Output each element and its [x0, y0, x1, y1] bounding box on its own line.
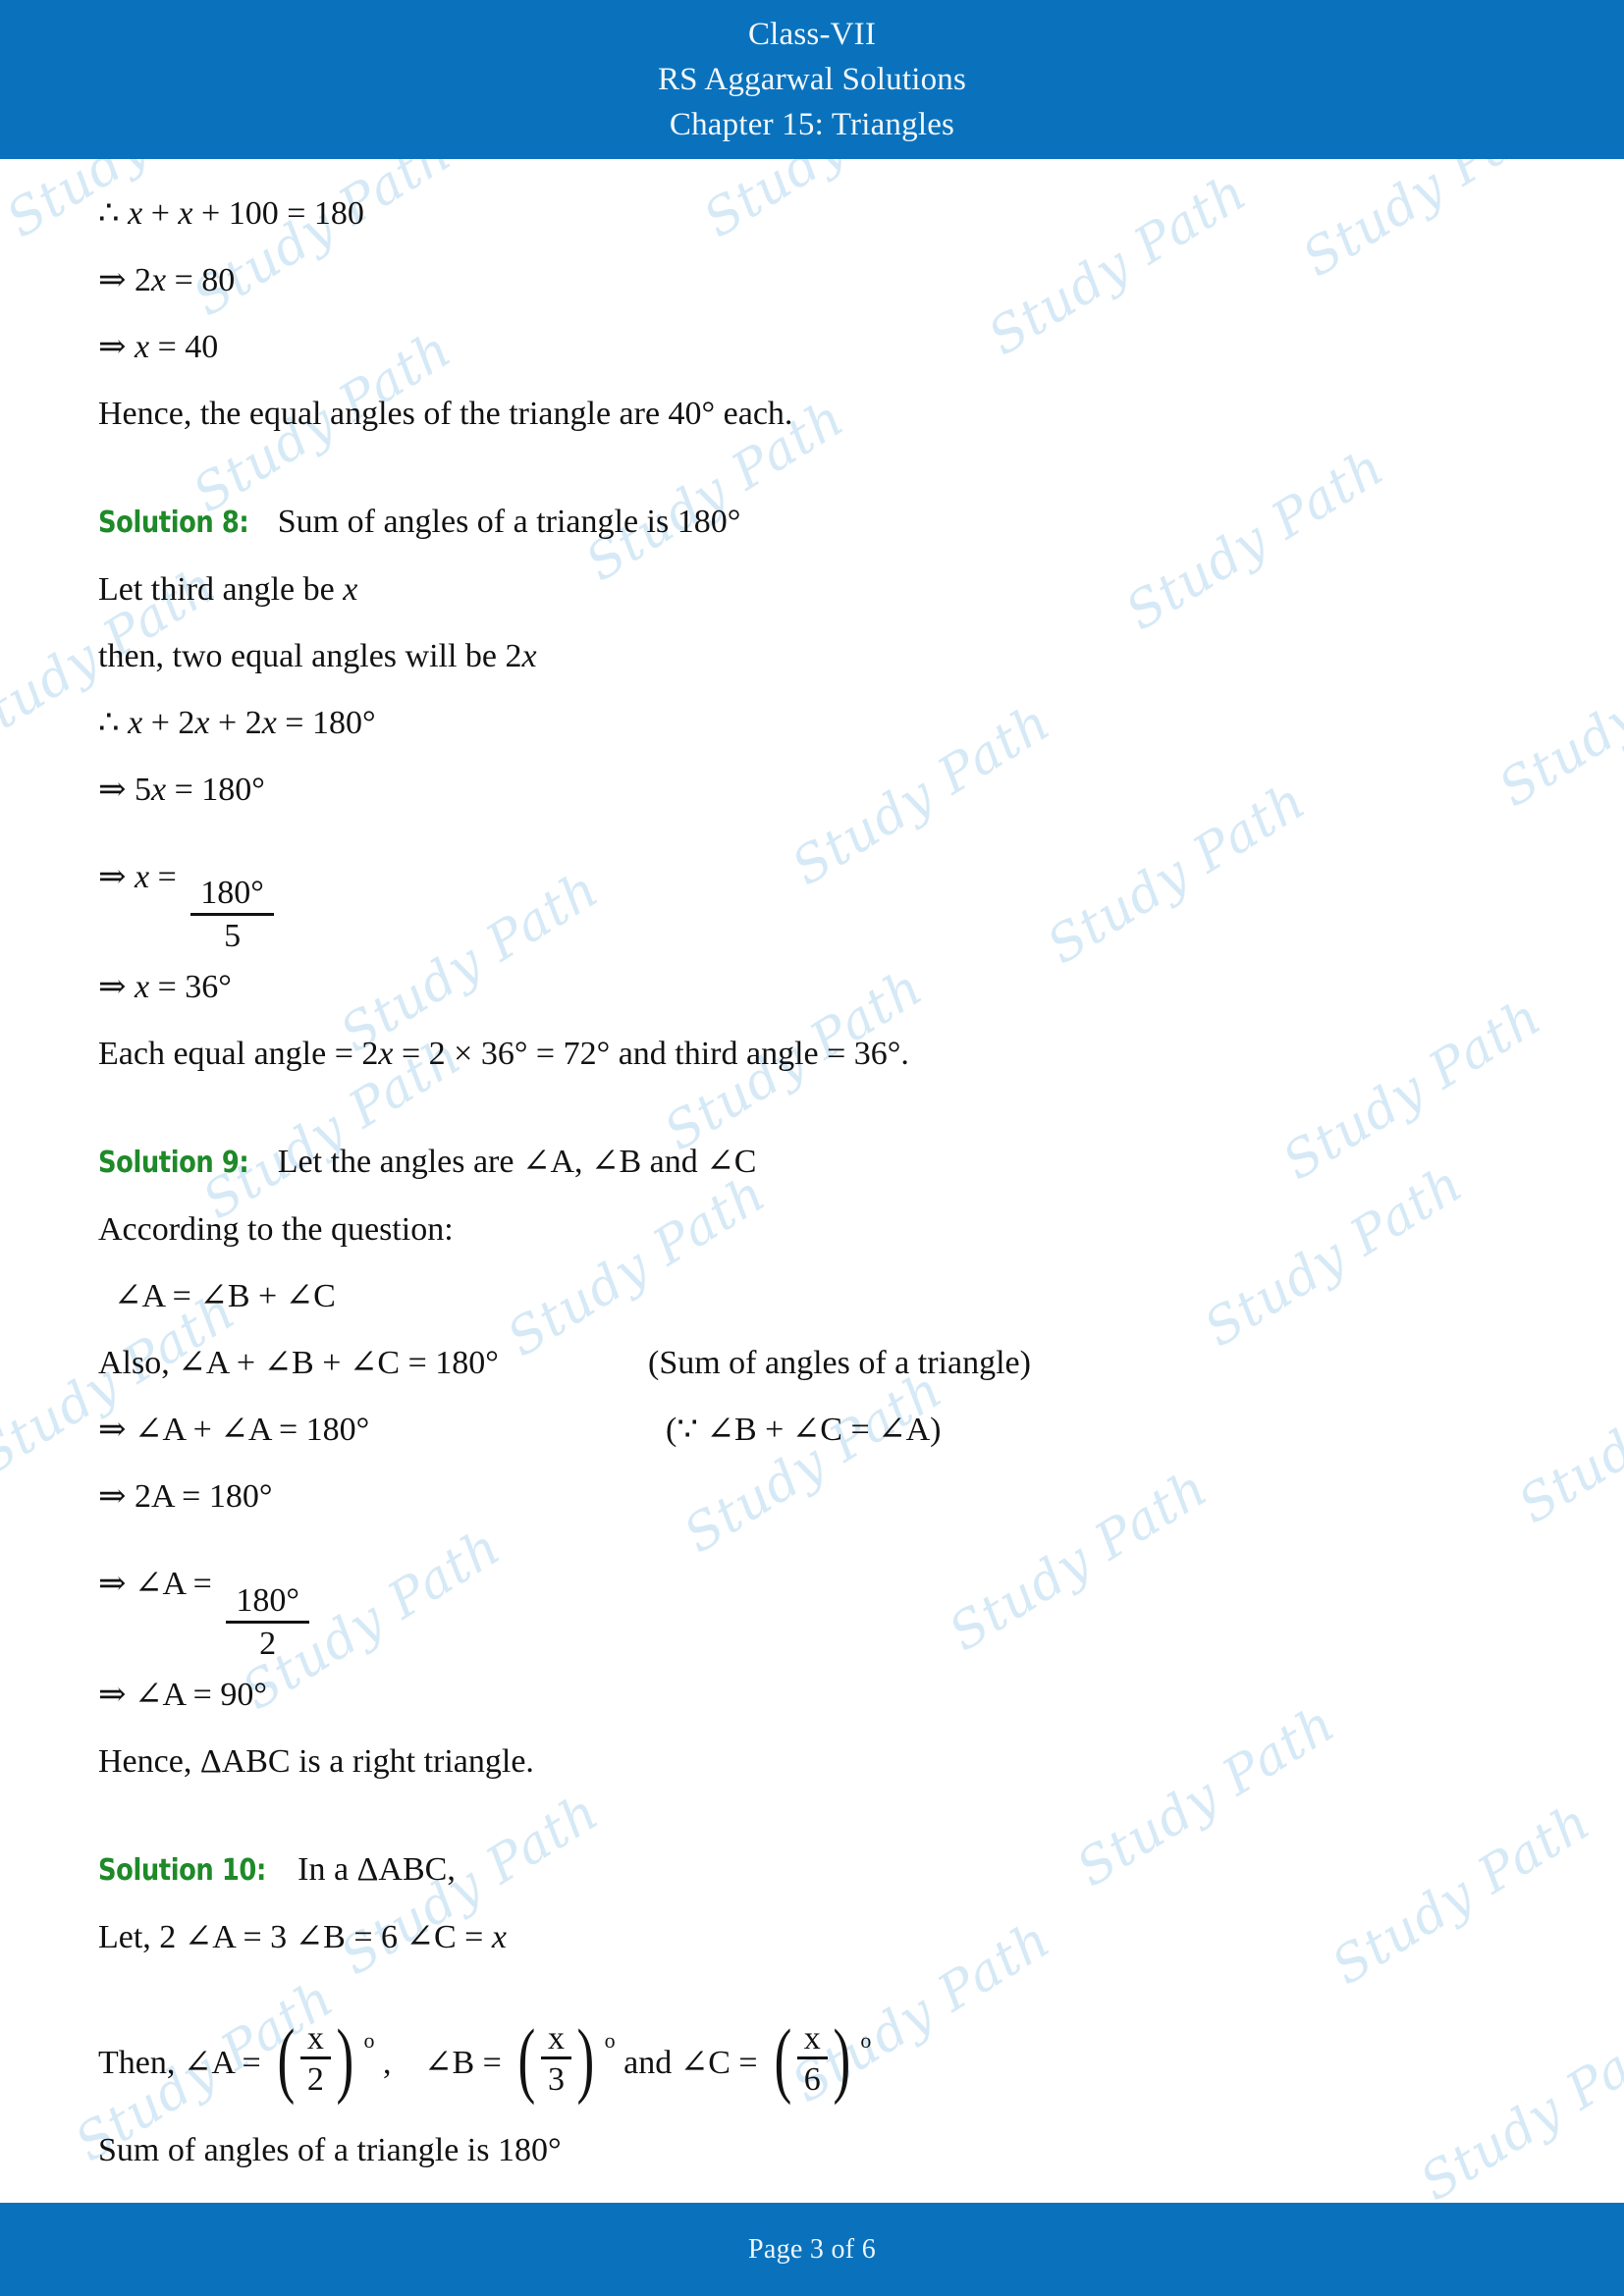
right-paren: ) — [336, 2011, 354, 2107]
fraction-numerator: x — [547, 2019, 565, 2056]
equation-line: then, two equal angles will be 2x — [98, 638, 537, 674]
header-class-title: Class-VII — [747, 17, 877, 52]
equation-line: ⇒ x = 40 — [98, 329, 219, 365]
equation-line: ∴ x + x + 100 = 180 — [98, 195, 364, 232]
fraction: 180° 5 — [190, 876, 274, 954]
fraction: x 3 — [540, 2019, 571, 2098]
solution-10-heading: Solution 10: In a ΔABC, — [98, 1837, 1526, 1904]
page-number: Page 3 of 6 — [747, 2233, 877, 2265]
fraction-numerator: x — [306, 2019, 324, 2056]
equation-part: ∠B = — [423, 2044, 502, 2081]
fraction: x 2 — [299, 2019, 331, 2098]
fraction-numerator: 180° — [236, 1581, 299, 1619]
equation-text: ⇒ ∠A + ∠A = 180° — [98, 1412, 370, 1449]
equation-line: ⇒ 2A = 180° — [98, 1478, 273, 1516]
equation-sidenote: (Sum of angles of a triangle) — [648, 1345, 1031, 1382]
text-line: According to the question: — [98, 1211, 454, 1249]
fraction-numerator: x — [803, 2019, 821, 2056]
fraction-equation-line: ⇒ x = 180° 5 — [98, 824, 1526, 954]
document-content: ∴ x + x + 100 = 180 ⇒ 2x = 80 ⇒ x = 40 H… — [0, 159, 1624, 2203]
conclusion-line: Hence, ΔABC is a right triangle. — [98, 1742, 534, 1780]
page: Study Path Study Path Study Path Study P… — [0, 0, 1624, 2296]
solution-9-label: Solution 9: — [98, 1146, 249, 1181]
equation-text: Also, ∠A + ∠B + ∠C = 180° — [98, 1345, 499, 1382]
fraction-denominator: 2 — [299, 2056, 331, 2098]
left-paren: ( — [277, 2011, 296, 2107]
degree-superscript: o — [860, 2027, 872, 2053]
equation-line: ⇒ 2x = 80 — [98, 262, 236, 298]
equation-line: ⇒ ∠A = 90° — [98, 1676, 267, 1713]
conclusion-line: Each equal angle = 2x = 2 × 36° = 72° an… — [98, 1036, 909, 1073]
parenthesized-fraction: ( x 3 ) — [513, 2011, 599, 2107]
fraction-equation-line: ⇒ ∠A = 180° 2 — [98, 1530, 1526, 1661]
solution-10-statement: In a ΔABC, — [298, 1850, 456, 1888]
solution-8-statement: Sum of angles of a triangle is 180° — [277, 504, 741, 540]
equation-lead: ⇒ ∠A = — [98, 1566, 212, 1603]
header-chapter-title: Chapter 15: Triangles — [669, 107, 955, 142]
conclusion-line: Hence, the equal angles of the triangle … — [98, 396, 793, 432]
text-line: Sum of angles of a triangle is 180° — [98, 2131, 562, 2168]
equation-part: Then, ∠A = — [98, 2044, 261, 2081]
fraction: x 6 — [796, 2019, 828, 2098]
equation-part: , — [382, 2044, 392, 2081]
solution-8-heading: Solution 8: Sum of angles of a triangle … — [98, 489, 1526, 557]
equation-line: ⇒ x = 36° — [98, 969, 232, 1006]
fraction-denominator: 5 — [190, 913, 274, 954]
fraction-denominator: 2 — [226, 1620, 309, 1662]
equation-line-with-note: Also, ∠A + ∠B + ∠C = 180° (Sum of angles… — [98, 1330, 1526, 1397]
right-paren: ) — [833, 2011, 850, 2107]
left-paren: ( — [517, 2011, 536, 2107]
equation-line: ∴ x + 2x + 2x = 180° — [98, 705, 376, 741]
solution-8-label: Solution 8: — [98, 506, 249, 540]
angle-fraction-line: Then, ∠A = ( x 2 ) o , ∠B = ( x 3 ) o an — [98, 1987, 1526, 2117]
solution-9-statement: Let the angles are ∠A, ∠B and ∠C — [277, 1144, 757, 1181]
equation-part: and ∠C = — [623, 2044, 758, 2081]
equation-lead: ⇒ x = — [98, 859, 177, 895]
solution-10-label: Solution 10: — [98, 1852, 266, 1888]
header-book-title: RS Aggarwal Solutions — [657, 62, 967, 97]
degree-superscript: o — [604, 2027, 616, 2053]
fraction-denominator: 3 — [540, 2056, 571, 2098]
fraction-numerator: 180° — [200, 875, 264, 912]
equation-line: Let third angle be x — [98, 571, 358, 608]
page-footer: Page 3 of 6 — [0, 2203, 1624, 2296]
solution-9-heading: Solution 9: Let the angles are ∠A, ∠B an… — [98, 1129, 1526, 1197]
fraction-denominator: 6 — [796, 2056, 828, 2098]
parenthesized-fraction: ( x 6 ) — [769, 2011, 855, 2107]
fraction: 180° 2 — [226, 1581, 309, 1662]
parenthesized-fraction: ( x 2 ) — [272, 2011, 358, 2107]
equation-line-with-note: ⇒ ∠A + ∠A = 180° (∵ ∠B + ∠C = ∠A) — [98, 1397, 1526, 1464]
right-paren: ) — [576, 2011, 595, 2107]
equation-line: ⇒ 5x = 180° — [98, 772, 265, 808]
degree-superscript: o — [363, 2027, 375, 2053]
left-paren: ( — [774, 2011, 792, 2107]
equation-line: ∠A = ∠B + ∠C — [114, 1278, 336, 1315]
page-header: Class-VII RS Aggarwal Solutions Chapter … — [0, 0, 1624, 159]
equation-sidenote: (∵ ∠B + ∠C = ∠A) — [666, 1412, 942, 1449]
line-spacer — [98, 1971, 1526, 1987]
equation-line: Let, 2 ∠A = 3 ∠B = 6 ∠C = x — [98, 1918, 507, 1955]
